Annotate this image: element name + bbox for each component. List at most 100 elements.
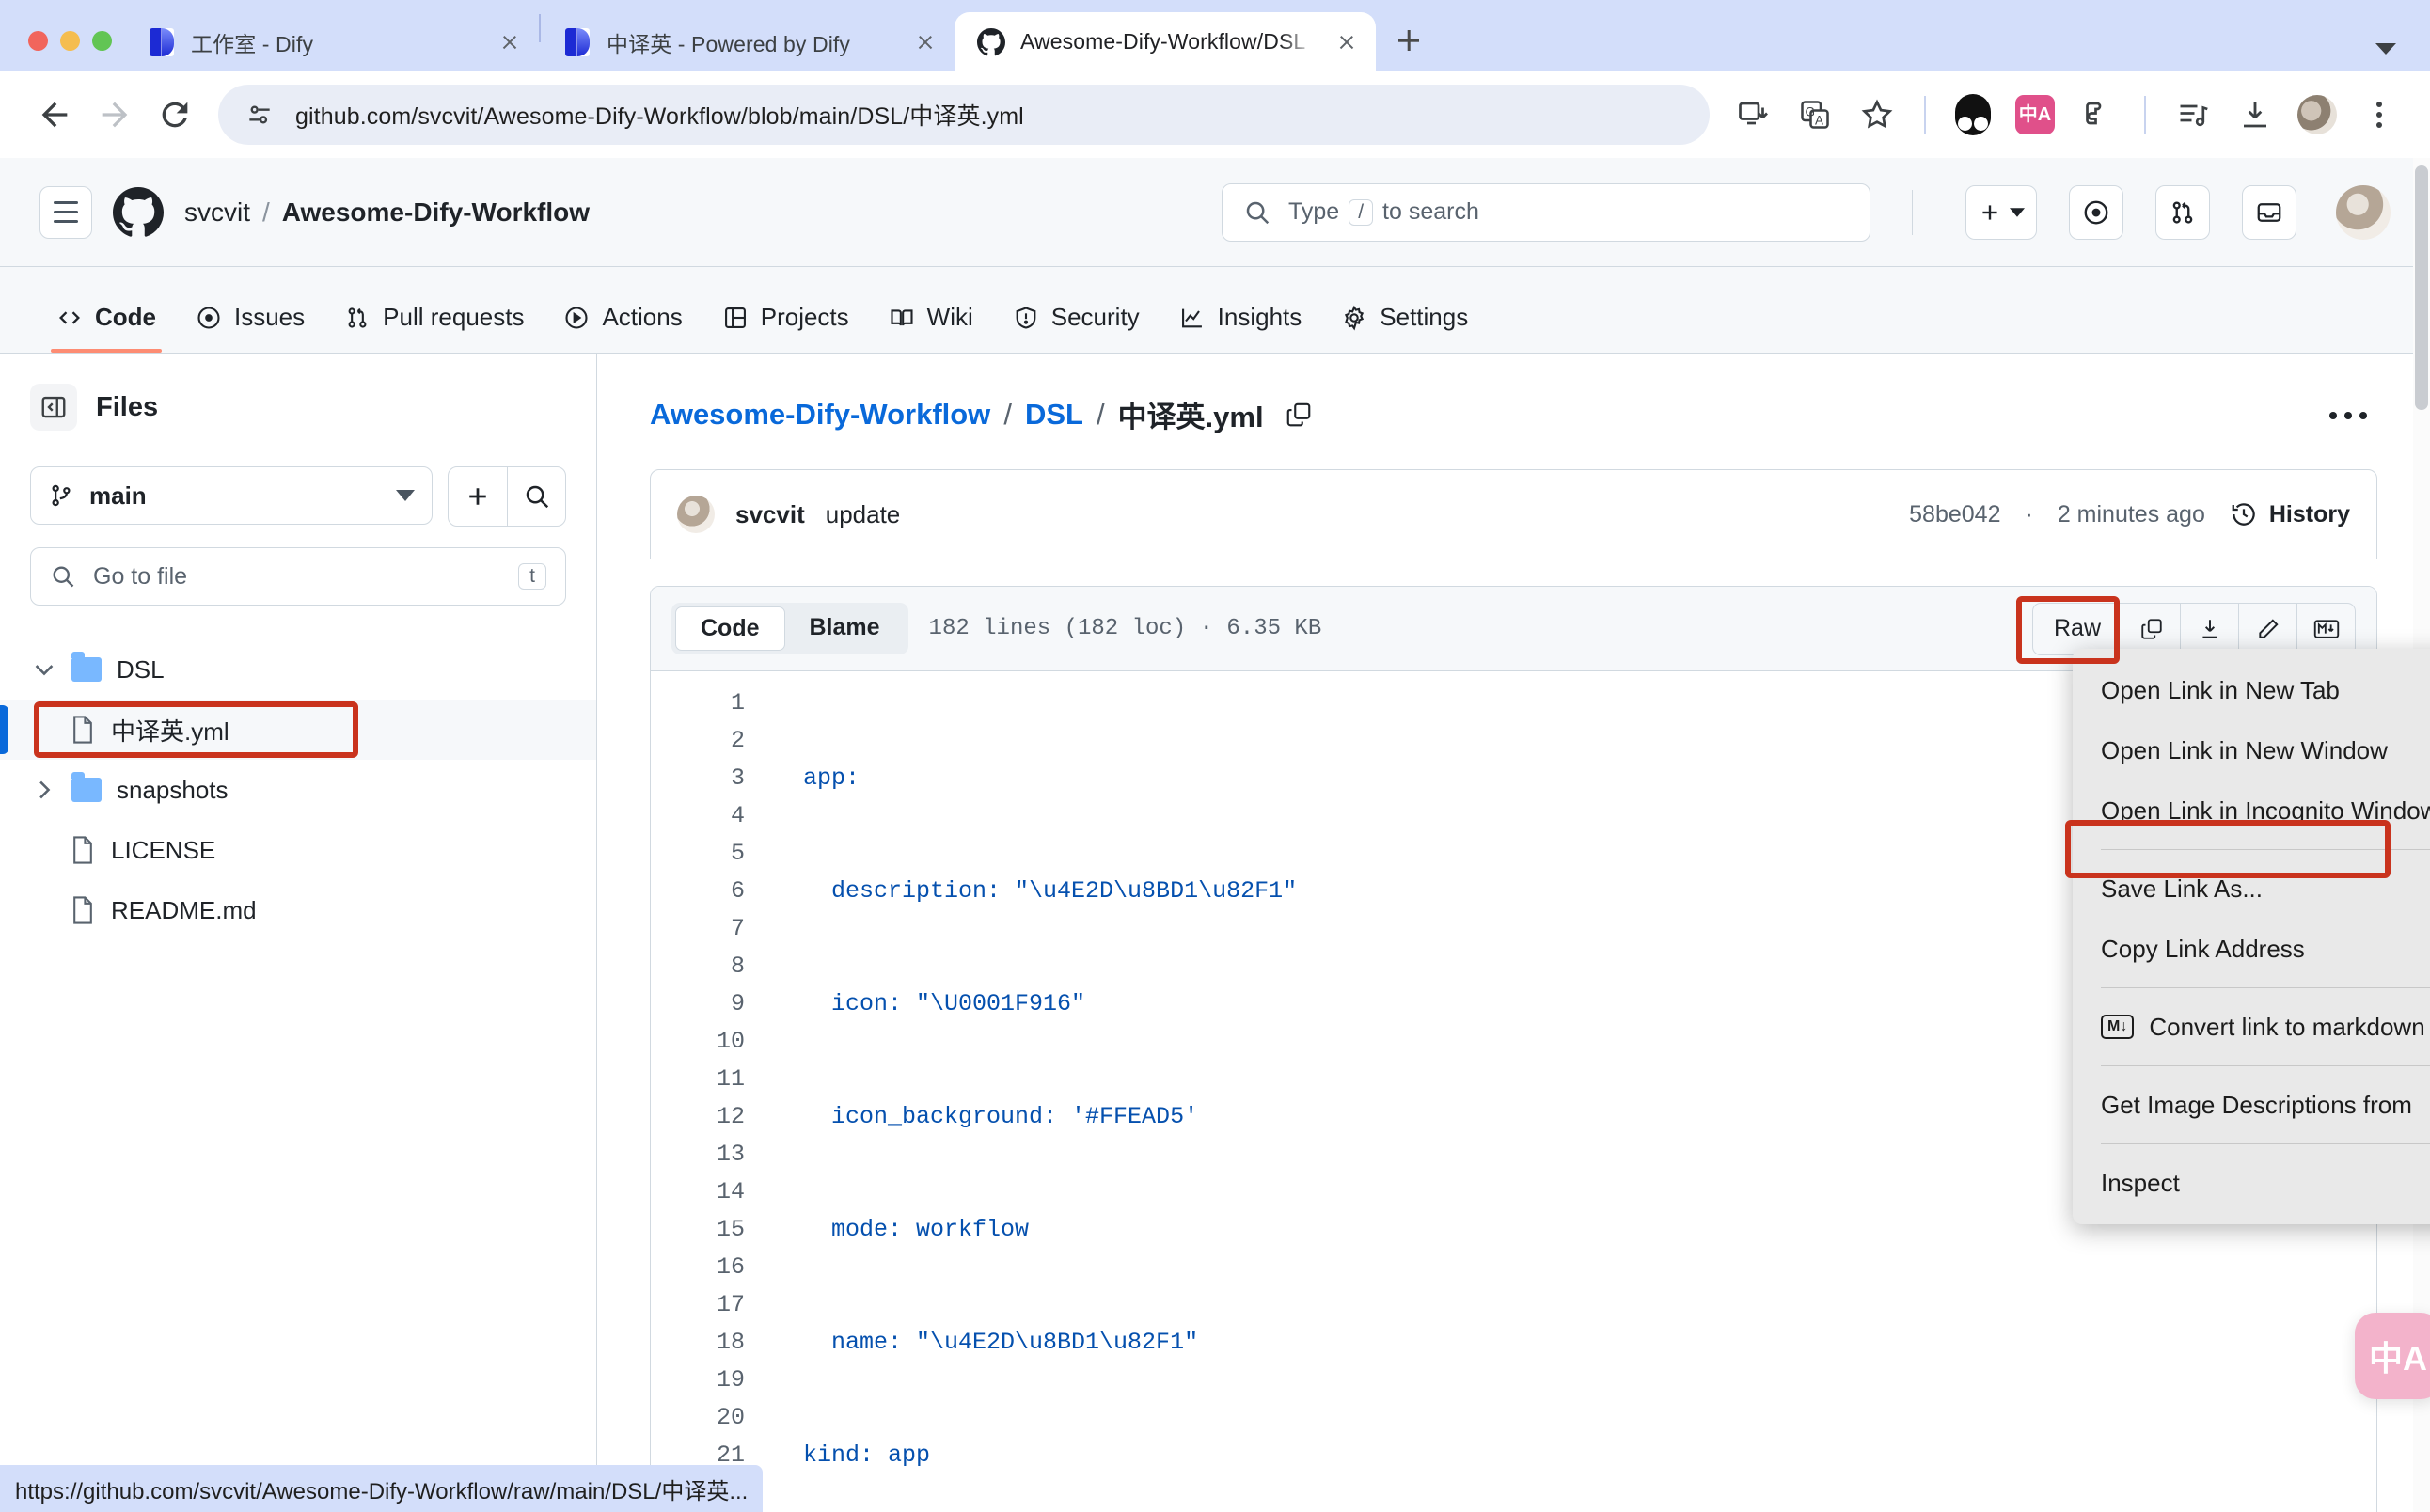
tree-file-zhongyiying[interactable]: 中译英.yml — [0, 700, 596, 760]
github-mark-icon[interactable] — [113, 186, 164, 238]
tab-blame-view[interactable]: Blame — [785, 606, 905, 651]
tab-code-view[interactable]: Code — [675, 606, 785, 651]
tab-security[interactable]: Security — [996, 303, 1157, 353]
menu-divider-2 — [2101, 987, 2430, 988]
chevron-right-icon[interactable] — [32, 780, 56, 799]
downloads-icon[interactable] — [2229, 88, 2281, 141]
tab-issues[interactable]: Issues — [179, 303, 322, 353]
translate-page-icon[interactable]: G A — [1789, 88, 1841, 141]
site-settings-icon[interactable] — [245, 100, 275, 130]
browser-tab-1[interactable]: 工作室 - Dify — [125, 12, 539, 71]
raw-button[interactable]: Raw — [2031, 602, 2122, 655]
menu-item-convert-link-to-markdown[interactable]: M↓ Convert link to markdown — [2073, 997, 2430, 1057]
minimize-window-button[interactable] — [60, 31, 80, 51]
tab-settings[interactable]: Settings — [1324, 303, 1485, 353]
install-app-icon[interactable] — [1727, 88, 1779, 141]
line-number: 19 — [716, 1366, 745, 1394]
markdown-icon[interactable] — [2297, 602, 2356, 655]
close-tab-icon[interactable] — [494, 26, 526, 58]
menu-item-open-link-incognito[interactable]: Open Link in Incognito Window — [2073, 780, 2430, 841]
edit-pencil-icon[interactable] — [2239, 602, 2297, 655]
puzzle-extension-icon[interactable] — [2071, 88, 2123, 141]
browser-tab-2[interactable]: 中译英 - Powered by Dify — [541, 12, 955, 71]
download-icon[interactable] — [2181, 602, 2239, 655]
file-icon — [70, 895, 96, 925]
bun-extension-icon[interactable] — [1947, 88, 1999, 141]
chevron-down-icon[interactable] — [32, 664, 56, 676]
browser-tab-3-active[interactable]: Awesome-Dify-Workflow/DSL — [955, 12, 1376, 71]
breadcrumb-current-file: 中译英.yml — [1117, 401, 1264, 433]
hamburger-icon[interactable] — [39, 185, 92, 239]
copy-path-icon[interactable] — [1285, 401, 1313, 429]
repo-name-link[interactable]: Awesome-Dify-Workflow — [282, 197, 590, 228]
tree-folder-dsl[interactable]: DSL — [0, 639, 596, 700]
markdown-badge-icon: M↓ — [2101, 1015, 2135, 1039]
immersive-translate-icon[interactable]: 中A — [2009, 88, 2061, 141]
profile-avatar-icon[interactable] — [2291, 88, 2343, 141]
header-divider — [1912, 189, 1913, 235]
tab-pull-requests[interactable]: Pull requests — [327, 303, 541, 353]
code-line: icon_background: '#FFEAD5' — [803, 1103, 1199, 1130]
line-number: 3 — [730, 764, 745, 792]
kebab-menu-icon[interactable] — [2319, 391, 2377, 440]
tab-projects[interactable]: Projects — [705, 303, 866, 353]
menu-item-save-link-as[interactable]: Save Link As... — [2073, 858, 2430, 919]
maximize-window-button[interactable] — [92, 31, 112, 51]
menu-item-copy-link-address[interactable]: Copy Link Address — [2073, 919, 2430, 979]
line-number: 1 — [730, 689, 745, 717]
branch-selector[interactable]: main — [30, 466, 433, 525]
close-tab-icon[interactable] — [909, 26, 941, 58]
breadcrumb-repo-link[interactable]: Awesome-Dify-Workflow — [650, 398, 990, 432]
tab-insights[interactable]: Insights — [1162, 303, 1319, 353]
author-avatar[interactable] — [677, 496, 715, 533]
close-tab-icon[interactable] — [1331, 26, 1363, 58]
tab-label: Insights — [1217, 303, 1302, 331]
go-to-file-input[interactable]: Go to file t — [30, 547, 566, 606]
tab-code[interactable]: Code — [39, 303, 173, 353]
repo-breadcrumb-header: svcvit / Awesome-Dify-Workflow — [184, 197, 590, 228]
new-tab-button[interactable] — [1387, 19, 1430, 62]
line-number: 9 — [730, 990, 745, 1017]
commit-sha[interactable]: 58be042 — [1909, 501, 2000, 528]
go-to-file-placeholder: Go to file — [93, 562, 188, 590]
add-file-icon[interactable] — [449, 467, 507, 526]
menu-item-get-image-descriptions[interactable]: Get Image Descriptions from — [2073, 1075, 2430, 1135]
sidebar-collapse-icon[interactable] — [30, 384, 77, 431]
scrollbar-thumb[interactable] — [2415, 165, 2428, 410]
inbox-icon[interactable] — [2242, 184, 2296, 240]
address-bar[interactable]: github.com/svcvit/Awesome-Dify-Workflow/… — [218, 85, 1710, 145]
pull-requests-icon[interactable] — [2155, 184, 2210, 240]
chrome-menu-icon[interactable] — [2353, 88, 2406, 141]
search-input[interactable]: Type / to search — [1222, 182, 1870, 242]
reload-icon[interactable] — [145, 85, 205, 145]
close-window-button[interactable] — [28, 31, 48, 51]
tab-actions[interactable]: Actions — [546, 303, 699, 353]
menu-item-open-link-new-tab[interactable]: Open Link in New Tab — [2073, 660, 2430, 720]
tab-wiki[interactable]: Wiki — [872, 303, 990, 353]
tree-folder-snapshots[interactable]: snapshots — [0, 760, 596, 820]
chevron-down-icon[interactable] — [2375, 43, 2396, 55]
media-playlist-icon[interactable] — [2167, 88, 2219, 141]
folder-icon — [71, 772, 102, 802]
menu-item-inspect[interactable]: Inspect — [2073, 1153, 2430, 1213]
issues-icon[interactable] — [2069, 184, 2123, 240]
history-button[interactable]: History — [2230, 500, 2350, 528]
branch-name: main — [89, 480, 147, 510]
line-number: 14 — [716, 1178, 745, 1205]
menu-item-open-link-new-window[interactable]: Open Link in New Window — [2073, 720, 2430, 780]
breadcrumb-folder-link[interactable]: DSL — [1025, 398, 1083, 432]
tree-file-license[interactable]: LICENSE — [0, 820, 596, 880]
create-new-button[interactable] — [1965, 184, 2037, 240]
copy-raw-icon[interactable] — [2122, 602, 2181, 655]
search-files-icon[interactable] — [507, 467, 565, 526]
tab-label: Projects — [760, 303, 849, 331]
user-avatar[interactable] — [2336, 184, 2391, 240]
commit-message[interactable]: update — [826, 500, 901, 529]
commit-author[interactable]: svcvit — [735, 500, 805, 529]
forward-arrow-icon[interactable] — [85, 85, 145, 145]
repo-owner-link[interactable]: svcvit — [184, 197, 250, 228]
tree-file-readme[interactable]: README.md — [0, 880, 596, 940]
back-arrow-icon[interactable] — [24, 85, 85, 145]
bookmark-star-icon[interactable] — [1851, 88, 1903, 141]
immersive-translate-fab[interactable]: 中A — [2355, 1313, 2430, 1399]
